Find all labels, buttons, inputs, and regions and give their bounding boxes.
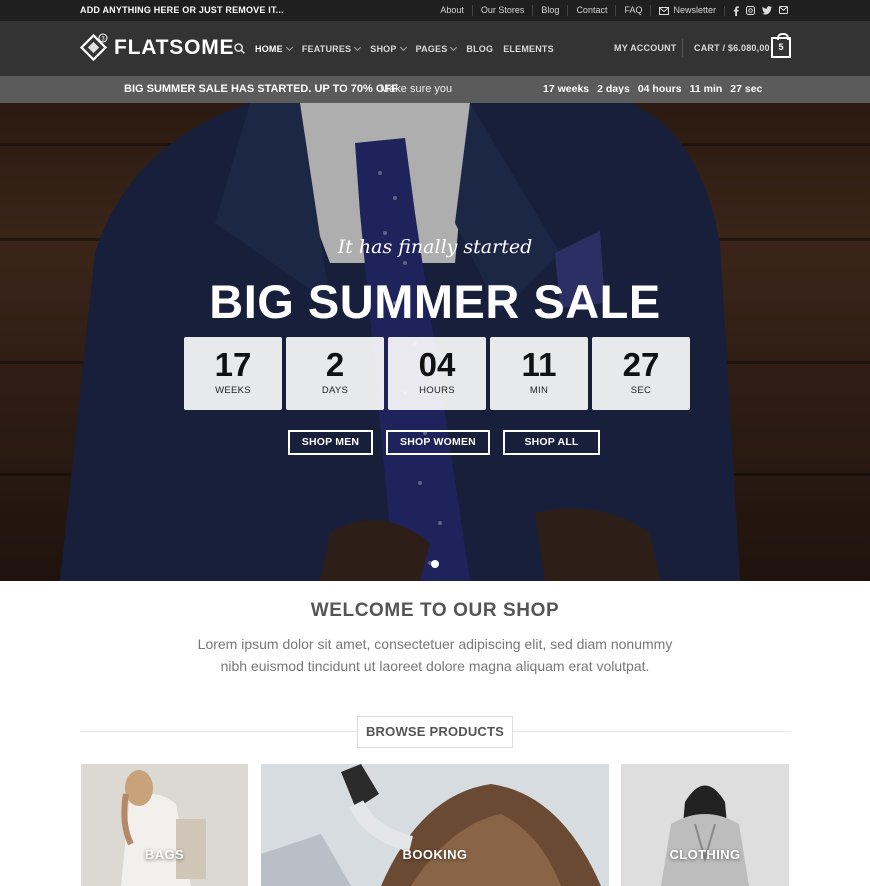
countdown-days-label: DAYS	[321, 385, 349, 396]
countdown-days-value: 2	[325, 346, 345, 383]
top-bar-promo: ADD ANYTHING HERE OR JUST REMOVE IT...	[80, 5, 284, 15]
site-logo[interactable]: 3 FLATSOME	[79, 33, 234, 62]
nav-pages-label: PAGES	[415, 43, 448, 54]
logo-text: FLATSOME	[114, 35, 235, 59]
social-icons	[724, 5, 788, 16]
chevron-down-icon	[399, 43, 407, 51]
category-booking-label: BOOKING	[402, 847, 468, 862]
countdown-sec-value: 27	[622, 346, 660, 383]
mini-countdown-hours: 04 hours	[637, 83, 682, 95]
nav-pages[interactable]: PAGES	[415, 43, 458, 54]
category-booking[interactable]: BOOKING	[261, 764, 609, 886]
nav-elements[interactable]: ELEMENTS	[503, 44, 554, 54]
nav-blog-label: BLOG	[466, 43, 494, 54]
top-link-our-stores[interactable]: Our Stores	[471, 5, 533, 16]
sale-bar: BIG SUMMER SALE HAS STARTED. UP TO 70% O…	[0, 76, 870, 103]
mini-countdown: 17 weeks 2 days 04 hours 11 min 27 sec	[543, 83, 762, 95]
nav-shop-label: SHOP	[370, 43, 397, 54]
nav-features[interactable]: FEATURES	[301, 43, 362, 54]
chevron-down-icon	[285, 43, 293, 51]
mini-countdown-min: 11 min	[689, 83, 723, 95]
hero-script-text: It has finally started	[337, 236, 533, 258]
search-icon[interactable]	[234, 43, 245, 54]
cart-link[interactable]: CART / $6.080,00	[694, 43, 770, 53]
mini-countdown-sec: 27 sec	[730, 83, 763, 95]
countdown-min-label: MIN	[529, 385, 549, 396]
top-nav: About Our Stores Blog Contact FAQ Newsle…	[432, 0, 788, 21]
header-divider	[682, 39, 683, 57]
countdown-min: 11 MIN	[490, 337, 588, 410]
envelope-icon	[659, 6, 670, 15]
sale-more-text: Make sure you	[380, 83, 453, 95]
main-nav: HOME FEATURES SHOP PAGES BLOG ELEMENTS	[234, 21, 554, 76]
category-clothing[interactable]: CLOTHING	[621, 764, 789, 886]
browse-products-title: BROWSE PRODUCTS	[357, 716, 513, 748]
mini-countdown-weeks: 17 weeks	[543, 83, 590, 95]
countdown-weeks-label: WEEKS	[215, 385, 251, 396]
countdown-hours-label: HOURS	[419, 385, 455, 396]
countdown-days: 2 DAYS	[286, 337, 384, 410]
facebook-icon[interactable]	[733, 5, 739, 16]
slider-dot[interactable]	[431, 560, 439, 568]
shop-women-button[interactable]: SHOP WOMEN	[386, 430, 490, 455]
countdown-weeks-value: 17	[214, 346, 252, 383]
category-bags[interactable]: BAGS	[81, 764, 248, 886]
hero-banner: It has finally started BIG SUMMER SALE 1…	[0, 103, 870, 581]
top-bar: ADD ANYTHING HERE OR JUST REMOVE IT... A…	[0, 0, 870, 21]
hero-title: BIG SUMMER SALE	[209, 275, 661, 328]
shop-men-button[interactable]: SHOP MEN	[288, 430, 373, 455]
category-clothing-label: CLOTHING	[669, 847, 741, 862]
hero-countdown: 17 WEEKS 2 DAYS 04 HOURS 11 MIN 27 SEC	[184, 337, 690, 410]
mail-icon[interactable]	[779, 5, 788, 14]
countdown-sec-label: SEC	[630, 385, 652, 396]
welcome-text: Lorem ipsum dolor sit amet, consectetuer…	[197, 636, 673, 674]
mini-countdown-days: 2 days	[597, 83, 630, 95]
nav-shop[interactable]: SHOP	[370, 43, 407, 54]
nav-home[interactable]: HOME	[255, 43, 293, 54]
top-link-contact[interactable]: Contact	[567, 5, 615, 16]
chevron-down-icon	[354, 43, 362, 51]
newsletter-link[interactable]: Newsletter	[650, 5, 724, 16]
logo-mark-icon: 3	[79, 33, 108, 62]
nav-features-label: FEATURES	[301, 43, 352, 54]
countdown-min-value: 11	[521, 346, 557, 383]
countdown-hours: 04 HOURS	[388, 337, 486, 410]
shop-all-button[interactable]: SHOP ALL	[503, 430, 600, 455]
sale-headline: BIG SUMMER SALE HAS STARTED. UP TO 70% O…	[124, 83, 398, 95]
nav-blog[interactable]: BLOG	[466, 44, 493, 54]
category-bags-image	[81, 764, 248, 886]
cart-bag-icon[interactable]: 5	[771, 33, 791, 58]
countdown-sec: 27 SEC	[592, 337, 690, 410]
category-booking-image	[261, 764, 609, 886]
countdown-hours-value: 04	[418, 346, 456, 383]
twitter-icon[interactable]	[762, 5, 772, 15]
top-link-faq[interactable]: FAQ	[615, 5, 650, 16]
newsletter-label: Newsletter	[673, 5, 716, 15]
countdown-weeks: 17 WEEKS	[184, 337, 282, 410]
chevron-down-icon	[450, 43, 458, 51]
welcome-title: WELCOME TO OUR SHOP	[310, 600, 560, 621]
nav-elements-label: ELEMENTS	[503, 43, 554, 54]
category-bags-label: BAGS	[144, 847, 185, 862]
top-link-blog[interactable]: Blog	[532, 5, 567, 16]
my-account-link[interactable]: MY ACCOUNT	[614, 43, 677, 53]
hero-buttons: SHOP MEN SHOP WOMEN SHOP ALL	[288, 430, 600, 455]
main-header: 3 FLATSOME HOME FEATURES SHOP PAGES BLOG…	[0, 21, 870, 76]
category-clothing-image	[621, 764, 789, 886]
top-link-about[interactable]: About	[432, 5, 472, 16]
nav-home-label: HOME	[255, 43, 283, 54]
instagram-icon[interactable]	[746, 5, 755, 15]
